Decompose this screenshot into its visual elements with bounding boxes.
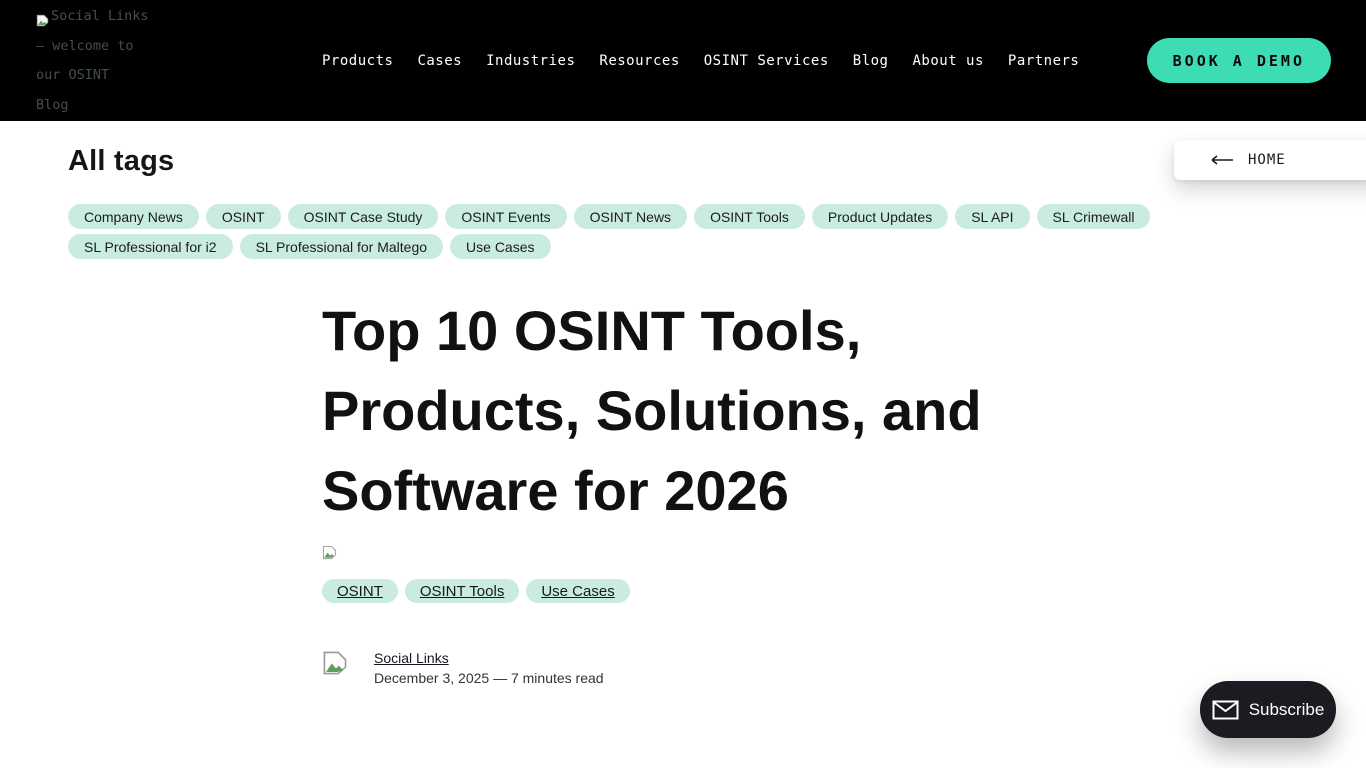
broken-image-icon (36, 9, 49, 39)
author-info: Social Links December 3, 2025 — 7 minute… (374, 650, 604, 686)
article-title[interactable]: Top 10 OSINT Tools, Products, Solutions,… (322, 291, 1022, 531)
article-date-read-time: December 3, 2025 — 7 minutes read (374, 670, 604, 686)
logo-alt-text: Social Links – welcome to our OSINT Blog (36, 8, 149, 113)
nav-item-blog[interactable]: Blog (853, 53, 889, 69)
tag-company-news[interactable]: Company News (68, 204, 199, 229)
nav-item-resources[interactable]: Resources (599, 53, 679, 69)
book-a-demo-button[interactable]: BOOK A DEMO (1147, 38, 1331, 83)
subscribe-label: Subscribe (1249, 700, 1325, 720)
tag-product-updates[interactable]: Product Updates (812, 204, 948, 229)
tag-sl-professional-i2[interactable]: SL Professional for i2 (68, 234, 233, 259)
logo-link[interactable]: Social Links – welcome to our OSINT Blog (36, 2, 149, 120)
nav-item-partners[interactable]: Partners (1008, 53, 1079, 69)
tag-osint-case-study[interactable]: OSINT Case Study (288, 204, 439, 229)
article-preview: Top 10 OSINT Tools, Products, Solutions,… (322, 291, 1044, 686)
nav-item-about-us[interactable]: About us (912, 53, 983, 69)
home-button-label: HOME (1248, 152, 1286, 168)
tag-filter-list: Company News OSINT OSINT Case Study OSIN… (68, 204, 1228, 259)
top-navbar: Social Links – welcome to our OSINT Blog… (0, 0, 1366, 121)
main-nav: Products Cases Industries Resources OSIN… (322, 53, 1079, 69)
tag-osint-tools[interactable]: OSINT Tools (694, 204, 805, 229)
article-tag-list: OSINT OSINT Tools Use Cases (322, 579, 1044, 603)
tag-osint[interactable]: OSINT (206, 204, 281, 229)
envelope-icon (1212, 700, 1239, 720)
author-name-link[interactable]: Social Links (374, 650, 604, 666)
tag-use-cases[interactable]: Use Cases (450, 234, 550, 259)
page-title: All tags (68, 145, 1298, 178)
article-tag-osint[interactable]: OSINT (322, 579, 398, 603)
hero-broken-image-icon (322, 545, 1044, 563)
home-button[interactable]: HOME (1174, 140, 1366, 180)
tag-sl-crimewall[interactable]: SL Crimewall (1037, 204, 1151, 229)
article-tag-use-cases[interactable]: Use Cases (526, 579, 629, 603)
nav-item-industries[interactable]: Industries (486, 53, 575, 69)
tag-sl-api[interactable]: SL API (955, 204, 1029, 229)
tag-osint-news[interactable]: OSINT News (574, 204, 687, 229)
arrow-left-icon (1210, 155, 1234, 165)
nav-item-products[interactable]: Products (322, 53, 393, 69)
nav-item-cases[interactable]: Cases (417, 53, 462, 69)
tag-osint-events[interactable]: OSINT Events (445, 204, 566, 229)
subscribe-button[interactable]: Subscribe (1200, 681, 1336, 738)
tag-sl-professional-maltego[interactable]: SL Professional for Maltego (240, 234, 443, 259)
author-block: Social Links December 3, 2025 — 7 minute… (322, 650, 1044, 686)
nav-item-osint-services[interactable]: OSINT Services (704, 53, 829, 69)
all-tags-section: All tags (68, 145, 1298, 178)
author-avatar-broken-image-icon[interactable] (322, 650, 354, 680)
article-tag-osint-tools[interactable]: OSINT Tools (405, 579, 519, 603)
